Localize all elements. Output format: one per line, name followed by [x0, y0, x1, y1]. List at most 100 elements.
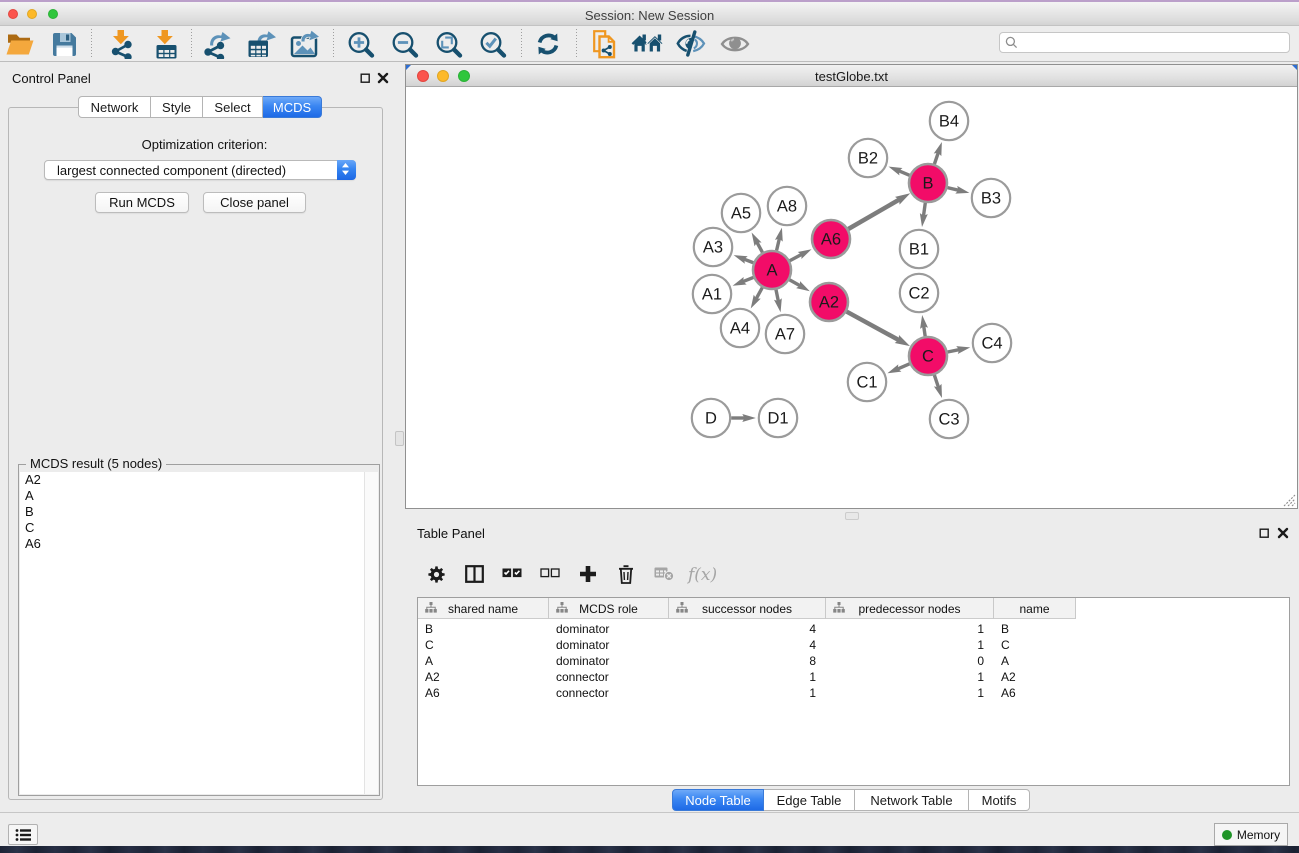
- edge-A-A4[interactable]: [756, 288, 762, 300]
- network-canvas[interactable]: ABCA6A2A1A3A4A5A7A8B1B2B3B4C1C2C3C4DD1: [406, 88, 1297, 508]
- column-label: MCDS role: [579, 602, 638, 616]
- selected-frame-corner-right: [1292, 65, 1297, 70]
- column-header-shared-name[interactable]: shared name: [418, 598, 549, 619]
- zoom-in-icon[interactable]: [343, 29, 379, 59]
- vertical-splitter-handle[interactable]: [395, 431, 404, 446]
- zoom-out-icon[interactable]: [387, 29, 423, 59]
- edge-B-B3[interactable]: [947, 188, 958, 191]
- selected-frame-corner-left: [406, 65, 411, 70]
- mcds-result-item[interactable]: A6: [20, 536, 378, 552]
- node-label-B2: B2: [858, 150, 878, 168]
- edge-A-A8[interactable]: [777, 238, 780, 250]
- refresh-icon[interactable]: [530, 29, 566, 59]
- table-tab-node-table[interactable]: Node Table: [672, 789, 764, 811]
- table-row-A6[interactable]: A6connector11A6: [418, 684, 1289, 700]
- column-label: shared name: [448, 602, 518, 616]
- import-network-icon[interactable]: [103, 29, 139, 59]
- show-panel-icon[interactable]: [717, 29, 753, 59]
- zoom-fit-icon[interactable]: [431, 29, 467, 59]
- search-box[interactable]: [999, 32, 1290, 53]
- export-table-icon[interactable]: [243, 29, 279, 59]
- hide-panel-icon[interactable]: [673, 29, 709, 59]
- edge-A-A5[interactable]: [757, 242, 763, 252]
- cell: dominator: [549, 652, 669, 668]
- cell: 1: [826, 668, 994, 684]
- run-mcds-button[interactable]: Run MCDS: [95, 192, 189, 213]
- table-row-B[interactable]: Bdominator41B: [418, 620, 1289, 636]
- table-tab-motifs[interactable]: Motifs: [969, 789, 1030, 811]
- close-table-panel-icon[interactable]: [1277, 527, 1289, 539]
- column-label: predecessor nodes: [858, 602, 960, 616]
- network-window-titlebar[interactable]: testGlobe.txt: [406, 65, 1297, 87]
- column-header-MCDS-role[interactable]: MCDS role: [549, 598, 669, 619]
- edge-C-C1[interactable]: [897, 364, 909, 369]
- float-panel-icon[interactable]: [360, 73, 371, 84]
- float-table-panel-icon[interactable]: [1259, 528, 1270, 539]
- edge-A-A1[interactable]: [743, 277, 754, 281]
- edge-B-B2[interactable]: [899, 171, 910, 176]
- column-header-successor-nodes[interactable]: successor nodes: [669, 598, 826, 619]
- mcds-result-item[interactable]: C: [20, 520, 378, 536]
- tab-network[interactable]: Network: [78, 96, 151, 118]
- search-input[interactable]: [1018, 34, 1289, 51]
- network-graph: ABCA6A2A1A3A4A5A7A8B1B2B3B4C1C2C3C4DD1: [406, 88, 1297, 508]
- column-header-predecessor-nodes[interactable]: predecessor nodes: [826, 598, 994, 619]
- mcds-result-item[interactable]: A2: [20, 472, 378, 488]
- delete-table-icon: [645, 559, 683, 589]
- table-options-gear-icon[interactable]: [417, 559, 455, 589]
- toolbar-separator: [333, 29, 334, 57]
- org-chart-icon: [556, 602, 568, 613]
- mcds-result-list[interactable]: A2ABCA6: [20, 472, 378, 794]
- node-table: shared name MCDS role successor nodes prede…: [417, 597, 1290, 786]
- mcds-result-item[interactable]: B: [20, 504, 378, 520]
- column-header-name[interactable]: name: [994, 598, 1076, 619]
- close-panel-icon[interactable]: [377, 72, 389, 84]
- mcds-result-item[interactable]: A: [20, 488, 378, 504]
- hide-all-columns-icon[interactable]: [531, 559, 569, 589]
- mcds-result-scrollbar[interactable]: [364, 472, 378, 794]
- export-image-icon[interactable]: [286, 29, 322, 59]
- edge-A2-C[interactable]: [847, 312, 900, 341]
- show-log-button[interactable]: [8, 824, 38, 845]
- optimization-criterion-label: Optimization criterion:: [18, 137, 391, 152]
- node-label-D: D: [705, 410, 717, 428]
- edge-C-C3[interactable]: [934, 375, 938, 388]
- table-tab-edge-table[interactable]: Edge Table: [764, 789, 855, 811]
- tab-select[interactable]: Select: [203, 96, 263, 118]
- edge-A-A6[interactable]: [790, 254, 802, 260]
- toolbar-separator: [521, 29, 522, 57]
- memory-button[interactable]: Memory: [1214, 823, 1288, 846]
- tab-style[interactable]: Style: [151, 96, 203, 118]
- cell: 1: [826, 684, 994, 700]
- resize-grip-icon[interactable]: [1283, 494, 1296, 507]
- zoom-selected-icon[interactable]: [475, 29, 511, 59]
- table-row-C[interactable]: Cdominator41C: [418, 636, 1289, 652]
- table-tab-network-table[interactable]: Network Table: [855, 789, 969, 811]
- edge-B-B4[interactable]: [934, 152, 938, 164]
- edge-C-C2[interactable]: [924, 326, 925, 336]
- save-session-icon[interactable]: [46, 29, 82, 59]
- show-all-columns-icon[interactable]: [493, 559, 531, 589]
- edge-C-C4[interactable]: [948, 350, 960, 352]
- edge-A-A2[interactable]: [789, 280, 800, 286]
- table-row-A[interactable]: Adominator80A: [418, 652, 1289, 668]
- edge-A-A3[interactable]: [744, 259, 754, 263]
- search-icon: [1005, 36, 1018, 49]
- split-panel-icon[interactable]: [455, 559, 493, 589]
- delete-column-icon[interactable]: [607, 559, 645, 589]
- column-label: successor nodes: [702, 602, 792, 616]
- optimization-criterion-select[interactable]: largest connected component (directed): [44, 160, 356, 180]
- combo-arrows: [337, 160, 356, 180]
- edge-B-B1[interactable]: [923, 203, 925, 216]
- close-panel-button[interactable]: Close panel: [203, 192, 306, 213]
- home-icon[interactable]: [629, 29, 665, 59]
- add-column-icon[interactable]: [569, 559, 607, 589]
- table-row-A2[interactable]: A2connector11A2: [418, 668, 1289, 684]
- open-session-from-file-icon[interactable]: [586, 29, 622, 59]
- edge-A6-B[interactable]: [848, 199, 899, 229]
- open-file-icon[interactable]: [2, 29, 38, 59]
- edge-A-A7[interactable]: [776, 290, 778, 302]
- tab-mcds[interactable]: MCDS: [263, 96, 322, 118]
- import-table-icon[interactable]: [147, 29, 183, 59]
- export-network-icon[interactable]: [199, 29, 235, 59]
